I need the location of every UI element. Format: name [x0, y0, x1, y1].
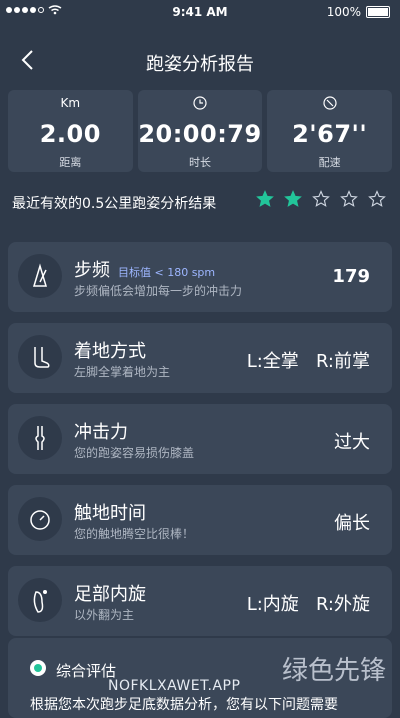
evaluation-label: 综合评估 — [56, 662, 117, 680]
metric-desc: 步频偏低会增加每一步的冲击力 — [74, 284, 243, 298]
page-title: 跑姿分析报告 — [146, 54, 254, 75]
watermark-text: NOFKLXAWET.APP — [108, 678, 241, 694]
speedometer-icon — [323, 96, 337, 110]
footprint-icon — [18, 578, 62, 622]
pace-label: 配速 — [318, 156, 341, 169]
metric-cadence[interactable]: 步频 目标值 < 180 spm 步频偏低会增加每一步的冲击力 179 — [8, 242, 392, 312]
metric-value: 偏长 — [334, 513, 370, 534]
knee-icon — [18, 416, 62, 460]
metric-pronation[interactable]: 足部内旋 以外翻为主 L:内旋 R:外旋 — [8, 566, 392, 636]
metric-name: 冲击力 — [74, 422, 128, 443]
star-filled-icon — [256, 190, 274, 207]
battery-icon — [366, 6, 390, 18]
distance-value: 2.00 — [39, 120, 101, 148]
distance-label: 距离 — [59, 156, 82, 169]
star-empty-icon — [312, 190, 330, 207]
metric-value: 过大 — [334, 432, 370, 453]
metric-desc: 您的跑姿容易损伤膝盖 — [74, 446, 195, 460]
duration-value: 20:00:79 — [138, 120, 262, 148]
metric-name: 步频 — [74, 260, 110, 281]
foot-icon — [18, 335, 62, 379]
metric-value: L:内旋 R:外旋 — [246, 594, 370, 615]
metric-desc: 以外翻为主 — [74, 608, 135, 622]
timer-icon — [18, 497, 62, 541]
pace-value: 2'67'' — [292, 120, 368, 148]
star-empty-icon — [340, 190, 358, 207]
battery-percent: 100% — [326, 5, 361, 19]
stat-duration: 20:00:79 时长 — [137, 90, 263, 172]
evaluation-radio[interactable] — [30, 660, 46, 676]
duration-label: 时长 — [189, 156, 211, 169]
metric-desc: 左脚全掌着地为主 — [74, 365, 171, 379]
distance-unit: Km — [60, 96, 81, 110]
metric-value: 179 — [332, 266, 370, 287]
status-bar: 9:41 AM 100% — [0, 0, 400, 24]
rating-stars — [256, 190, 386, 208]
metric-name: 触地时间 — [74, 503, 146, 524]
metric-name: 着地方式 — [74, 341, 146, 362]
watermark-logo: 绿色先锋 — [281, 656, 386, 686]
battery-status: 100% — [327, 5, 390, 19]
analysis-summary: 最近有效的0.5公里跑姿分析结果 — [12, 190, 392, 216]
clock-icon — [193, 96, 207, 110]
metronome-icon — [18, 254, 62, 298]
metric-impact[interactable]: 冲击力 您的跑姿容易损伤膝盖 过大 — [8, 404, 392, 474]
evaluation-desc: 根据您本次跑步足底数据分析，您有以下问题需要 — [30, 697, 338, 713]
metric-target: 目标值 < 180 spm — [118, 266, 216, 279]
star-filled-icon — [284, 190, 302, 207]
metric-value: L:全掌 R:前掌 — [246, 351, 370, 372]
metric-foot-strike[interactable]: 着地方式 左脚全掌着地为主 L:全掌 R:前掌 — [8, 323, 392, 393]
stats-row: Km 2.00 距离 20:00:79 时长 2'67'' 配速 — [8, 90, 393, 172]
stat-distance: Km 2.00 距离 — [8, 90, 133, 172]
metric-ground-contact[interactable]: 触地时间 您的触地腾空比很棒！ 偏长 — [8, 485, 392, 555]
metric-desc: 您的触地腾空比很棒！ — [74, 527, 195, 541]
star-empty-icon — [368, 190, 386, 207]
metric-name: 足部内旋 — [74, 584, 146, 605]
nav-header: 跑姿分析报告 — [0, 40, 400, 80]
stat-pace: 2'67'' 配速 — [267, 90, 393, 172]
summary-text: 最近有效的0.5公里跑姿分析结果 — [12, 196, 217, 212]
